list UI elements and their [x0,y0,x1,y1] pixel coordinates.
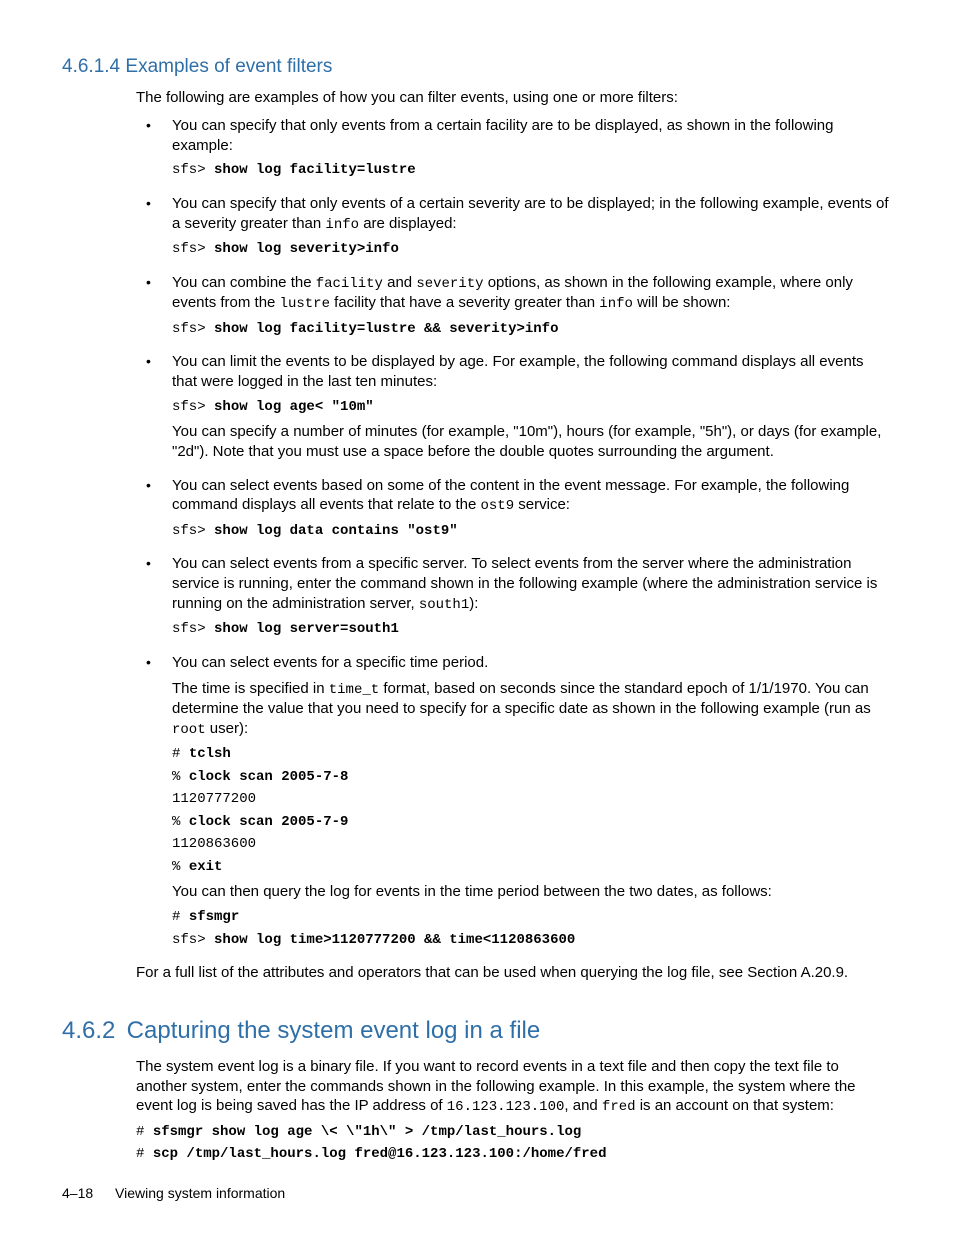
bullet-text: You can limit the events to be displayed… [172,352,892,392]
bullet-text: You can then query the log for events in… [172,882,892,902]
bullet-text: You can combine the facility and severit… [172,273,892,314]
page-number: 4–18 [62,1185,93,1201]
list-item: You can combine the facility and severit… [136,273,892,338]
heading-4-6-2: 4.6.2 Capturing the system event log in … [62,1017,892,1045]
bullet-text: The time is specified in time_t format, … [172,679,892,740]
bullet-text: You can select events based on some of t… [172,476,892,516]
list-item: You can limit the events to be displayed… [136,352,892,462]
bullet-text: You can specify that only events from a … [172,116,892,156]
heading-title: Capturing the system event log in a file [127,1017,541,1044]
command-line: % clock scan 2005-7-9 [172,813,892,831]
command-line: 1120777200 [172,790,892,808]
command-line: # tclsh [172,745,892,763]
command-line: sfs> show log time>1120777200 && time<11… [172,931,892,949]
page-footer: 4–18 Viewing system information [62,1185,285,1201]
command-line: % clock scan 2005-7-8 [172,768,892,786]
heading-number: 4.6.1.4 [62,56,120,78]
bullet-text: You can specify that only events of a ce… [172,194,892,234]
command-line: sfs> show log data contains "ost9" [172,522,892,540]
bullet-text: You can select events for a specific tim… [172,653,892,673]
code-block: # tclsh % clock scan 2005-7-8 1120777200 % … [172,745,892,876]
list-item: You can select events for a specific tim… [136,653,892,949]
command-line: 1120863600 [172,835,892,853]
list-item: You can select events from a specific se… [136,554,892,639]
command-line: sfs> show log facility=lustre && severit… [172,320,892,338]
footer-title: Viewing system information [115,1185,285,1201]
section2-paragraph: The system event log is a binary file. I… [136,1057,892,1117]
bullet-text: You can select events from a specific se… [172,554,892,614]
section-body: The following are examples of how you ca… [136,88,892,983]
bullet-text: You can specify a number of minutes (for… [172,422,892,462]
command-line: % exit [172,858,892,876]
command-line: sfs> show log facility=lustre [172,161,892,179]
section-body: The system event log is a binary file. I… [136,1057,892,1164]
code-block: # sfsmgr show log age \< \"1h\" > /tmp/l… [136,1123,892,1164]
bullet-list: You can specify that only events from a … [136,116,892,949]
command-line: # scp /tmp/last_hours.log fred@16.123.12… [136,1145,892,1163]
list-item: You can specify that only events of a ce… [136,194,892,259]
command-line: sfs> show log severity>info [172,240,892,258]
intro-paragraph: The following are examples of how you ca… [136,88,892,108]
heading-number: 4.6.2 [62,1017,120,1045]
closing-paragraph: For a full list of the attributes and op… [136,963,892,983]
heading-title: Examples of event filters [125,56,332,77]
command-line: sfs> show log server=south1 [172,620,892,638]
code-block: # sfsmgr sfs> show log time>1120777200 &&… [172,908,892,949]
command-line: # sfsmgr [172,908,892,926]
command-line: # sfsmgr show log age \< \"1h\" > /tmp/l… [136,1123,892,1141]
document-page: 4.6.1.4 Examples of event filters The fo… [0,0,954,1235]
list-item: You can specify that only events from a … [136,116,892,180]
heading-4-6-1-4: 4.6.1.4 Examples of event filters [62,56,892,78]
list-item: You can select events based on some of t… [136,476,892,541]
command-line: sfs> show log age< "10m" [172,398,892,416]
